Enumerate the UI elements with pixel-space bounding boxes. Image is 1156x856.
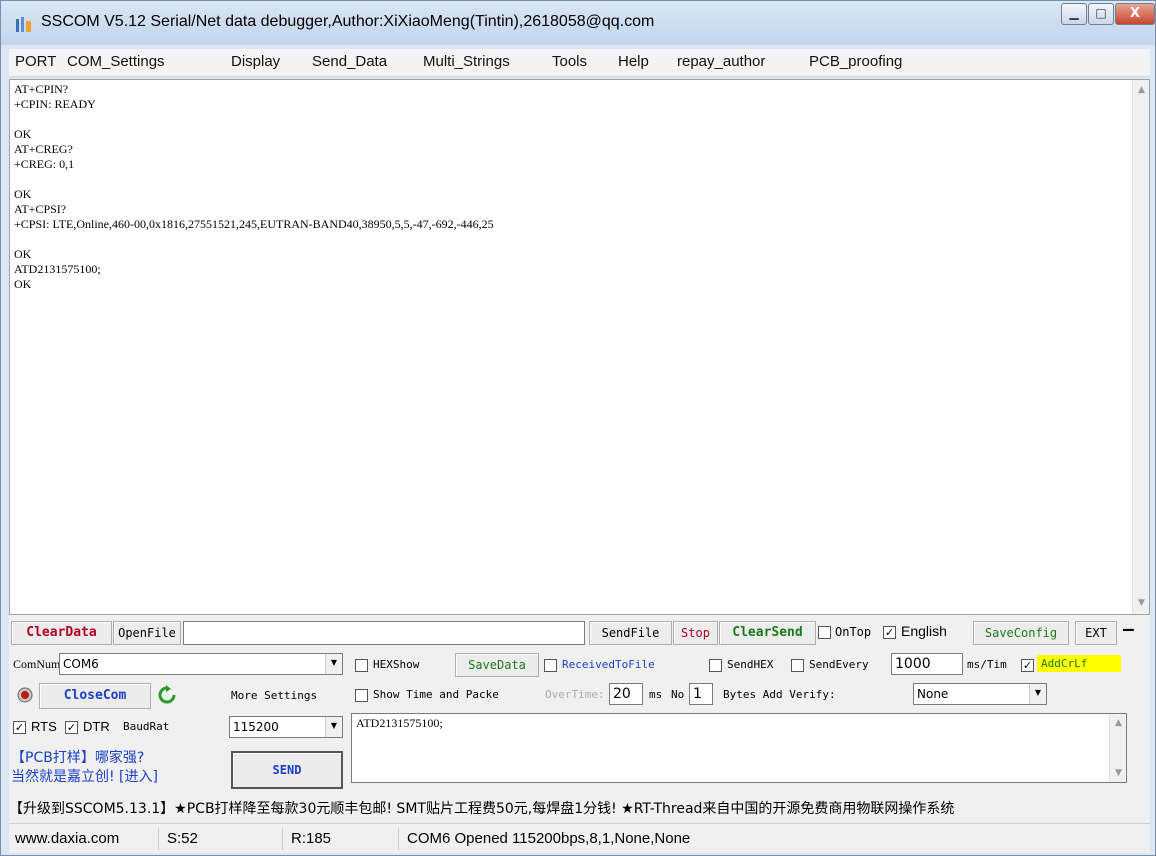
verify-value: None — [917, 687, 949, 701]
maximize-button[interactable]: □ — [1088, 3, 1114, 25]
rts-checkbox[interactable]: ✓ — [13, 721, 26, 734]
com-num-value: COM6 — [63, 657, 99, 671]
menu-help[interactable]: Help — [618, 53, 649, 70]
refresh-icon[interactable] — [157, 685, 177, 705]
ad-line-2[interactable]: 当然就是嘉立创! [进入] — [11, 766, 158, 786]
overtime-label: OverTime: — [545, 688, 605, 701]
send-hex-label: SendHEX — [727, 658, 774, 671]
send-every-label: SendEvery — [809, 658, 869, 671]
received-to-file-checkbox[interactable] — [544, 659, 557, 672]
add-crlf-checkbox[interactable]: ✓ — [1021, 659, 1034, 672]
overtime-ms-label: ms — [649, 688, 663, 701]
menu-bar: PORT COM_Settings Display Send_Data Mult… — [9, 49, 1150, 77]
control-panel: ClearData OpenFile SendFile Stop ClearSe… — [9, 615, 1150, 823]
file-path-input[interactable] — [183, 621, 585, 645]
app-window: SSCOM V5.12 Serial/Net data debugger,Aut… — [0, 0, 1156, 856]
ext-button[interactable]: EXT — [1075, 621, 1117, 645]
open-file-button[interactable]: OpenFile — [113, 621, 181, 645]
status-sent-count: S:52 — [163, 828, 283, 850]
close-com-button[interactable]: CloseCom — [39, 683, 151, 709]
save-data-button[interactable]: SaveData — [455, 653, 539, 677]
com-num-label: ComNum — [13, 657, 61, 671]
window-title: SSCOM V5.12 Serial/Net data debugger,Aut… — [41, 13, 655, 30]
hexshow-checkbox[interactable] — [355, 659, 368, 672]
baud-rate-value: 115200 — [233, 720, 279, 734]
receive-text: AT+CPIN? +CPIN: READY OK AT+CREG? +CREG:… — [14, 82, 494, 291]
menu-com-settings[interactable]: COM_Settings — [67, 53, 165, 70]
close-button[interactable]: X — [1115, 3, 1155, 25]
clear-data-button[interactable]: ClearData — [11, 621, 112, 645]
send-every-input[interactable]: 1000 — [891, 653, 963, 675]
status-received-count: R:185 — [287, 828, 399, 850]
status-bar: www.daxia.com S:52 R:185 COM6 Opened 115… — [9, 823, 1150, 853]
send-every-checkbox[interactable] — [791, 659, 804, 672]
english-checkbox[interactable]: ✓ — [883, 626, 896, 639]
menu-pcb-proofing[interactable]: PCB_proofing — [809, 53, 902, 70]
chevron-down-icon: ▼ — [1029, 684, 1046, 704]
status-port-state: COM6 Opened 115200bps,8,1,None,None — [407, 830, 691, 847]
scroll-up-icon[interactable]: ▲ — [1133, 82, 1150, 99]
ms-tim-label: ms/Tim — [967, 658, 1007, 671]
send-text: ATD2131575100; — [356, 716, 443, 730]
scroll-down-icon[interactable]: ▼ — [1133, 595, 1150, 612]
record-icon — [17, 687, 33, 703]
scroll-down-icon[interactable]: ▼ — [1110, 768, 1127, 778]
minimize-button[interactable]: ▁ — [1061, 3, 1087, 25]
baud-rate-label: BaudRat — [123, 720, 170, 733]
send-button[interactable]: SEND — [231, 751, 343, 789]
scroll-up-icon[interactable]: ▲ — [1110, 718, 1127, 728]
menu-send-data[interactable]: Send_Data — [312, 53, 387, 70]
menu-repay-author[interactable]: repay_author — [677, 53, 765, 70]
menu-multi-strings[interactable]: Multi_Strings — [423, 53, 510, 70]
ontop-checkbox[interactable] — [818, 626, 831, 639]
bytes-add-verify-label: Bytes Add Verify: — [723, 688, 836, 701]
hexshow-label: HEXShow — [373, 658, 420, 671]
no-label: No — [671, 688, 685, 701]
rts-label: RTS — [31, 719, 57, 734]
save-config-button[interactable]: SaveConfig — [973, 621, 1069, 645]
menu-port[interactable]: PORT — [15, 53, 56, 70]
menu-tools[interactable]: Tools — [552, 53, 587, 70]
show-time-label: Show Time and Packe — [373, 688, 499, 701]
dtr-checkbox[interactable]: ✓ — [65, 721, 78, 734]
title-bar: SSCOM V5.12 Serial/Net data debugger,Aut… — [1, 1, 1155, 45]
dtr-label: DTR — [83, 719, 110, 734]
verify-select[interactable]: None ▼ — [913, 683, 1047, 705]
ontop-label: OnTop — [835, 625, 872, 639]
english-label: English — [901, 623, 947, 639]
ad-line-1[interactable]: 【PCB打样】哪家强? — [11, 747, 144, 767]
show-time-checkbox[interactable] — [355, 689, 368, 702]
collapse-icon[interactable]: — — [1123, 619, 1134, 640]
app-icon — [16, 17, 31, 32]
no-input[interactable]: 1 — [689, 683, 713, 705]
baud-rate-select[interactable]: 115200 ▼ — [229, 716, 343, 738]
more-settings-button[interactable]: More Settings — [231, 689, 317, 702]
send-hex-checkbox[interactable] — [709, 659, 722, 672]
menu-display[interactable]: Display — [231, 53, 280, 70]
stop-button[interactable]: Stop — [673, 621, 718, 645]
receive-scrollbar[interactable]: ▲ ▼ — [1132, 80, 1149, 614]
chevron-down-icon: ▼ — [325, 717, 342, 737]
chevron-down-icon: ▼ — [325, 654, 342, 674]
ad-ticker[interactable]: 【升级到SSCOM5.13.1】★PCB打样降至每款30元顺丰包邮! SMT贴片… — [9, 798, 1150, 822]
overtime-input[interactable]: 20 — [609, 683, 643, 705]
send-input[interactable]: ATD2131575100; ▲ ▼ — [351, 713, 1127, 783]
add-crlf-label: AddCrLf — [1037, 655, 1121, 672]
send-file-button[interactable]: SendFile — [589, 621, 672, 645]
received-to-file-label: ReceivedToFile — [562, 658, 655, 671]
clear-send-button[interactable]: ClearSend — [719, 621, 816, 645]
send-scrollbar[interactable]: ▲ ▼ — [1109, 714, 1126, 782]
status-site[interactable]: www.daxia.com — [11, 828, 159, 850]
receive-area[interactable]: AT+CPIN? +CPIN: READY OK AT+CREG? +CREG:… — [9, 79, 1150, 615]
com-num-select[interactable]: COM6 ▼ — [59, 653, 343, 675]
